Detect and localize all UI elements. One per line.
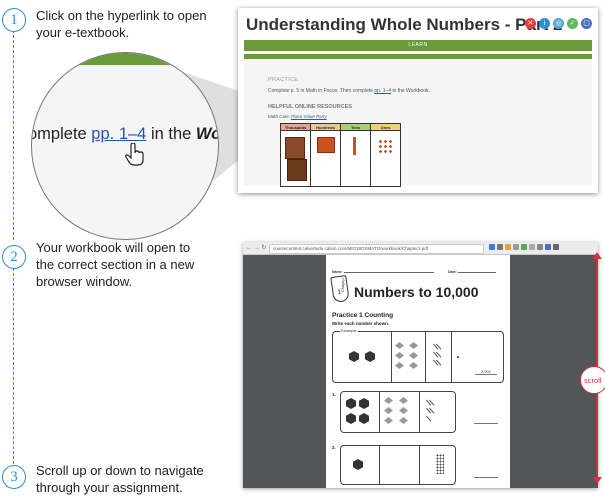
name-label: Name: (332, 270, 343, 274)
magnifier-zoom: omplete pp. 1–4 in the Work (31, 52, 219, 240)
header-ones: Ones (370, 123, 401, 131)
chapter-tab: Chapter 1 (330, 275, 350, 303)
practice-instruction: Complete p. 5 in Math in Focus. Then com… (268, 88, 430, 94)
extension-icon[interactable] (529, 244, 535, 250)
practice-heading: Practice 1 Counting (332, 312, 394, 319)
example-label: Example (340, 328, 358, 333)
browser-toolbar: ← → ↻ coursecontent.calvertedu cation.co… (243, 242, 598, 255)
magnified-hyperlink[interactable]: pp. 1–4 (91, 125, 146, 143)
browser-nav-buttons[interactable]: ← → ↻ (246, 244, 266, 251)
workbook-page[interactable]: Name: Date: Chapter 1 Numbers to 10,000 … (326, 255, 510, 488)
hundred-flat (399, 417, 408, 424)
ones-units (378, 139, 393, 154)
question-2-label: 2. (332, 445, 336, 450)
globe-icon[interactable]: ◎ (553, 18, 564, 29)
header-thousands: Thousands (280, 123, 311, 131)
thousand-block (346, 413, 356, 424)
address-bar[interactable]: coursecontent.calvertedu cation.com/MIG1… (269, 244, 484, 254)
hundred-flat (399, 407, 408, 414)
question-1-answer-line[interactable] (474, 421, 498, 424)
workbook-browser-window: ← → ↻ coursecontent.calvertedu cation.co… (243, 242, 598, 488)
hundred-flat (409, 362, 418, 369)
example-card: 2,001 (332, 331, 504, 383)
question-1-card (340, 391, 456, 433)
extension-icon[interactable] (505, 244, 511, 250)
close-icon[interactable]: ✕ (525, 18, 536, 29)
mathcats-link[interactable]: Place Value Party (291, 114, 327, 119)
worksheet-instruction: Write each number shown. (332, 321, 390, 326)
date-field: Date: (448, 269, 496, 274)
hundred-flat (317, 137, 335, 153)
one-unit (457, 356, 459, 358)
bookmark-icon[interactable]: ▢ (581, 18, 592, 29)
hundred-flat (395, 362, 404, 369)
hundred-flat (409, 352, 418, 359)
name-field: Name: (332, 269, 434, 274)
extension-icon[interactable] (553, 244, 559, 250)
ten-rod (353, 137, 356, 155)
question-1-label: 1. (332, 392, 336, 397)
practice-text-after: in the Workbook. (392, 88, 430, 94)
magnified-text-bold: Work (195, 125, 219, 143)
hundred-flat (399, 397, 408, 404)
resources-heading: HELPFUL ONLINE RESOURCES (268, 104, 352, 110)
question-2-card (340, 445, 456, 485)
mathcats-label: Math Cats: (268, 114, 290, 119)
practice-label: PRACTICE (268, 77, 299, 83)
workbook-hyperlink[interactable]: pp. 1–4 (374, 88, 391, 94)
lesson-toolbar-icons: ✕ i ◎ ✓ ▢ (525, 18, 592, 29)
place-value-chart: Thousands Hundreds Tens Ones (280, 123, 401, 187)
practice-text-before: Complete p. 5 in Math in Focus. Then com… (268, 88, 373, 94)
thousand-block (346, 398, 356, 409)
hundred-flat (409, 342, 418, 349)
magnified-green-bar (32, 53, 218, 65)
hundred-flat (384, 417, 393, 424)
example-answer: 2,001 (475, 369, 497, 375)
ten-rod (425, 415, 432, 422)
question-2-answer-line[interactable] (474, 475, 498, 478)
chapter-number: 1 (337, 288, 342, 297)
thousands-cell (280, 130, 311, 187)
ones-dots (436, 454, 444, 474)
thousand-cube (285, 137, 305, 159)
thousand-block (353, 459, 363, 470)
thousand-block (359, 398, 369, 409)
chapter-title: Numbers to 10,000 (354, 284, 479, 300)
hundreds-cell (310, 130, 341, 187)
thousand-block (349, 351, 359, 362)
tens-cell (340, 130, 371, 187)
extension-icon[interactable] (513, 244, 519, 250)
extension-icon[interactable] (537, 244, 543, 250)
magnified-instruction: omplete pp. 1–4 in the Work (31, 125, 219, 144)
thousand-block (365, 351, 375, 362)
lesson-content: PRACTICE Complete p. 5 in Math in Focus.… (244, 59, 592, 187)
header-tens: Tens (340, 123, 371, 131)
hundred-flat (395, 342, 404, 349)
scroll-label: scroll (580, 366, 605, 394)
ones-cell (370, 130, 401, 187)
magnified-text-middle: in the (146, 125, 196, 143)
thousand-block (359, 413, 369, 424)
extension-icon[interactable] (489, 244, 495, 250)
extension-icons (489, 244, 559, 250)
hundred-flat (384, 407, 393, 414)
check-icon[interactable]: ✓ (567, 18, 578, 29)
mathcats-resource: Math Cats: Place Value Party (268, 114, 327, 119)
thousand-cube (287, 159, 307, 181)
header-hundreds: Hundreds (310, 123, 341, 131)
extension-icon[interactable] (521, 244, 527, 250)
hundred-flat (384, 397, 393, 404)
extension-icon[interactable] (545, 244, 551, 250)
learn-tab[interactable]: LEARN (244, 40, 592, 51)
magnified-text-before: omplete (31, 125, 92, 143)
info-icon[interactable]: i (539, 18, 550, 29)
extension-icon[interactable] (497, 244, 503, 250)
lesson-title: Understanding Whole Numbers - Part 2 (246, 15, 563, 34)
lesson-page-panel: Understanding Whole Numbers - Part 2 ✕ i… (238, 8, 598, 193)
date-label: Date: (448, 270, 457, 274)
hundred-flat (395, 352, 404, 359)
hand-cursor-icon (125, 143, 144, 166)
